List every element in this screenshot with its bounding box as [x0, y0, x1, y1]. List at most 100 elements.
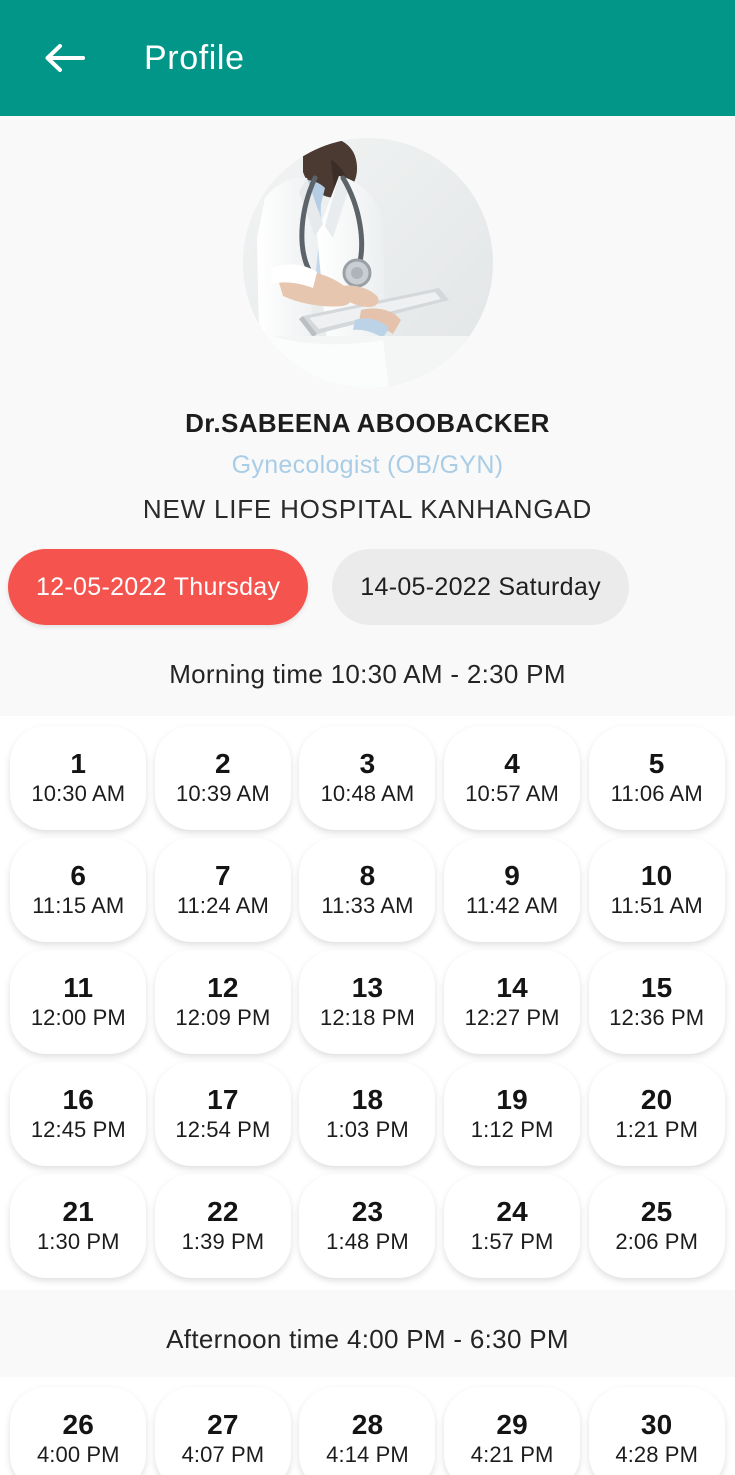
slot-number: 13	[351, 971, 384, 1003]
time-slot[interactable]: 7 11:24 AM	[154, 838, 291, 942]
doctor-hospital: NEW LIFE HOSPITAL KANHANGAD	[142, 494, 593, 524]
time-slot[interactable]: 17 12:54 PM	[154, 1062, 291, 1166]
slot-time: 1:39 PM	[181, 1229, 265, 1255]
slot-number: 1	[70, 747, 87, 779]
time-slot[interactable]: 25 2:06 PM	[588, 1174, 725, 1278]
slot-number: 10	[640, 859, 673, 891]
time-slot[interactable]: 3 10:48 AM	[299, 726, 436, 830]
time-slot[interactable]: 20 1:21 PM	[588, 1062, 725, 1166]
time-slot[interactable]: 1 10:30 AM	[10, 726, 147, 830]
time-slot[interactable]: 9 11:42 AM	[444, 838, 581, 942]
afternoon-slot-grid: 26 4:00 PM 27 4:07 PM 28 4:14 PM 29 4:21…	[0, 1387, 735, 1475]
app-bar: Profile	[0, 0, 735, 116]
slot-time: 1:30 PM	[36, 1229, 120, 1255]
slot-time: 11:42 AM	[466, 893, 559, 919]
doctor-profile: Dr.SABEENA ABOOBACKER Gynecologist (OB/G…	[0, 116, 735, 625]
slot-number: 5	[648, 747, 665, 779]
slot-time: 4:00 PM	[36, 1442, 120, 1468]
time-slot[interactable]: 19 1:12 PM	[444, 1062, 581, 1166]
time-slot[interactable]: 24 1:57 PM	[444, 1174, 581, 1278]
slot-number: 2	[215, 747, 231, 779]
slot-number: 26	[62, 1408, 95, 1440]
time-slot[interactable]: 18 1:03 PM	[299, 1062, 436, 1166]
slot-time: 11:51 AM	[610, 893, 703, 919]
time-slot[interactable]: 27 4:07 PM	[154, 1387, 291, 1475]
section-divider	[0, 1290, 735, 1316]
time-slot[interactable]: 6 11:15 AM	[10, 838, 147, 942]
slot-number: 9	[504, 859, 520, 891]
slot-time: 4:21 PM	[470, 1442, 554, 1468]
slot-number: 3	[359, 747, 376, 779]
slot-number: 16	[62, 1083, 95, 1115]
slot-time: 1:12 PM	[470, 1117, 554, 1143]
slot-time: 10:39 AM	[176, 781, 270, 807]
slot-time: 12:09 PM	[175, 1005, 271, 1031]
slot-number: 27	[207, 1408, 239, 1440]
slot-time: 4:07 PM	[181, 1442, 265, 1468]
time-slot[interactable]: 13 12:18 PM	[299, 950, 436, 1054]
slot-number: 24	[496, 1195, 528, 1227]
slot-number: 23	[351, 1195, 384, 1227]
profile-screen: Profile Dr.SABEENA ABOOBACKER Gynecologi…	[0, 0, 735, 1475]
slot-time: 4:28 PM	[615, 1442, 698, 1468]
time-slot[interactable]: 5 11:06 AM	[588, 726, 725, 830]
back-button[interactable]	[36, 30, 92, 86]
time-slot[interactable]: 14 12:27 PM	[444, 950, 581, 1054]
time-slot[interactable]: 11 12:00 PM	[10, 950, 147, 1054]
time-slot[interactable]: 12 12:09 PM	[154, 950, 291, 1054]
page-title: Profile	[144, 38, 245, 77]
time-slot[interactable]: 2 10:39 AM	[154, 726, 291, 830]
slot-time: 1:21 PM	[615, 1117, 698, 1143]
doctor-avatar	[242, 138, 493, 388]
slot-number: 8	[359, 859, 376, 891]
slot-time: 12:18 PM	[320, 1005, 415, 1031]
time-slot[interactable]: 10 11:51 AM	[588, 838, 725, 942]
slot-time: 1:48 PM	[326, 1229, 409, 1255]
date-chip[interactable]: 14-05-2022 Saturday	[332, 549, 629, 625]
slot-time: 12:45 PM	[30, 1117, 126, 1143]
time-slot[interactable]: 29 4:21 PM	[444, 1387, 581, 1475]
time-slot[interactable]: 16 12:45 PM	[10, 1062, 147, 1166]
slot-time: 10:30 AM	[31, 781, 126, 807]
date-chip-selected[interactable]: 12-05-2022 Thursday	[8, 549, 309, 625]
slot-number: 30	[640, 1408, 673, 1440]
slot-number: 18	[351, 1083, 384, 1115]
slot-time: 12:27 PM	[464, 1005, 560, 1031]
slot-number: 12	[207, 971, 239, 1003]
time-slot[interactable]: 15 12:36 PM	[588, 950, 725, 1054]
time-slot[interactable]: 26 4:00 PM	[10, 1387, 147, 1475]
slot-time: 10:48 AM	[320, 781, 415, 807]
slot-number: 21	[62, 1195, 95, 1227]
date-selector: 12-05-2022 Thursday 14-05-2022 Saturday	[0, 549, 735, 625]
slot-number: 11	[63, 971, 94, 1003]
time-slot[interactable]: 23 1:48 PM	[299, 1174, 436, 1278]
slot-number: 7	[215, 859, 231, 891]
time-slot[interactable]: 28 4:14 PM	[299, 1387, 436, 1475]
afternoon-session-label: Afternoon time 4:00 PM - 6:30 PM	[166, 1324, 569, 1354]
slot-time: 11:24 AM	[176, 893, 269, 919]
time-slot[interactable]: 8 11:33 AM	[299, 838, 436, 942]
slot-number: 17	[207, 1083, 239, 1115]
slot-number: 20	[640, 1083, 673, 1115]
time-slot[interactable]: 30 4:28 PM	[588, 1387, 725, 1475]
slot-number: 19	[496, 1083, 528, 1115]
arrow-left-icon	[42, 41, 86, 75]
slot-time: 2:06 PM	[615, 1229, 698, 1255]
slot-number: 6	[70, 859, 87, 891]
slot-time: 1:03 PM	[326, 1117, 409, 1143]
slot-time: 12:00 PM	[30, 1005, 126, 1031]
morning-slot-panel: 1 10:30 AM 2 10:39 AM 3 10:48 AM 4 10:57…	[0, 716, 735, 1290]
doctor-name: Dr.SABEENA ABOOBACKER	[185, 408, 550, 438]
time-slot[interactable]: 21 1:30 PM	[10, 1174, 147, 1278]
slot-number: 15	[640, 971, 673, 1003]
morning-slot-grid: 1 10:30 AM 2 10:39 AM 3 10:48 AM 4 10:57…	[0, 726, 735, 1278]
slot-time: 12:54 PM	[175, 1117, 271, 1143]
time-slot[interactable]: 4 10:57 AM	[444, 726, 581, 830]
slot-time: 11:06 AM	[610, 781, 703, 807]
afternoon-slot-panel: 26 4:00 PM 27 4:07 PM 28 4:14 PM 29 4:21…	[0, 1377, 735, 1475]
time-slot[interactable]: 22 1:39 PM	[154, 1174, 291, 1278]
slot-time: 11:33 AM	[321, 893, 414, 919]
slot-number: 25	[640, 1195, 673, 1227]
slot-time: 11:15 AM	[32, 893, 125, 919]
slot-number: 22	[207, 1195, 239, 1227]
